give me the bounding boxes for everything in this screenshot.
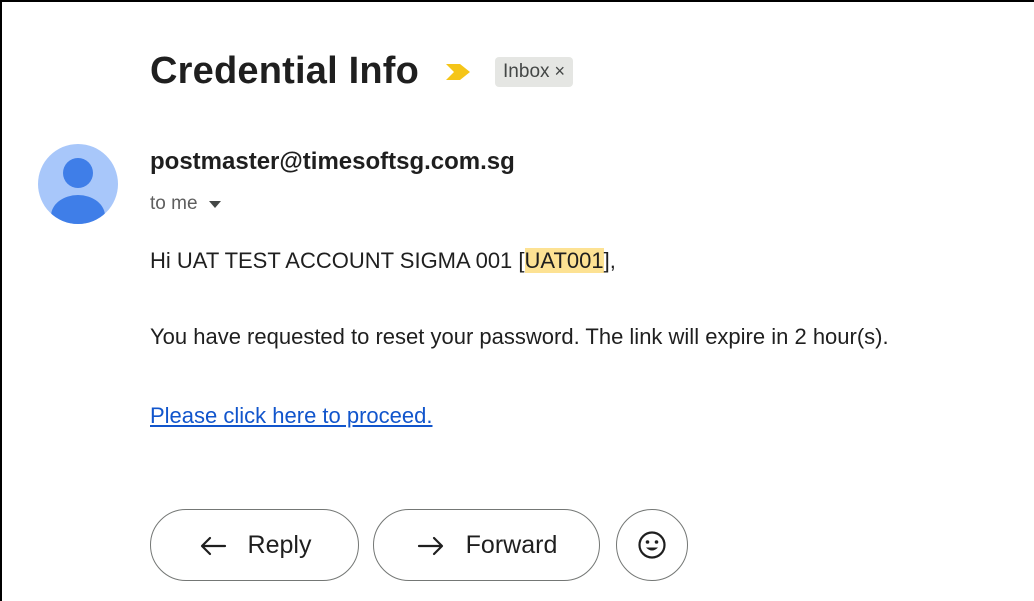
- email-subject: Credential Info: [150, 50, 420, 92]
- caret-down-icon: [208, 201, 221, 208]
- sender-address[interactable]: postmaster@timesoftsg.com.sg: [150, 148, 515, 176]
- emoji-reaction-button[interactable]: [616, 509, 688, 581]
- proceed-link[interactable]: Please click here to proceed.: [150, 403, 433, 428]
- reply-label: Reply: [247, 530, 312, 559]
- greeting-prefix: Hi UAT TEST ACCOUNT SIGMA 001 [: [150, 248, 525, 273]
- forward-label: Forward: [465, 530, 558, 559]
- remove-label-button[interactable]: ×: [555, 61, 566, 82]
- reply-arrow-icon: [198, 533, 228, 557]
- subject-row: Credential Info Inbox ×: [150, 50, 574, 93]
- recipient-details-toggle[interactable]: to me: [150, 193, 222, 215]
- account-code-highlight: UAT001: [524, 248, 604, 273]
- inbox-label-chip: Inbox ×: [495, 56, 574, 87]
- greeting-suffix: ],: [603, 248, 616, 273]
- forward-button[interactable]: Forward: [373, 509, 600, 581]
- importance-marker-icon[interactable]: [443, 57, 473, 87]
- sender-avatar[interactable]: [38, 144, 118, 224]
- forward-arrow-icon: [416, 533, 446, 557]
- person-icon: [51, 158, 105, 224]
- email-view: Credential Info Inbox × postmaster@times…: [0, 0, 1034, 601]
- smiley-icon: [638, 531, 666, 559]
- greeting-line: Hi UAT TEST ACCOUNT SIGMA 001 [UAT001],: [150, 248, 616, 274]
- recipient-text: to me: [150, 193, 198, 214]
- message-line: You have requested to reset your passwor…: [150, 324, 889, 349]
- reply-button[interactable]: Reply: [150, 509, 359, 581]
- inbox-label-text: Inbox: [503, 60, 550, 82]
